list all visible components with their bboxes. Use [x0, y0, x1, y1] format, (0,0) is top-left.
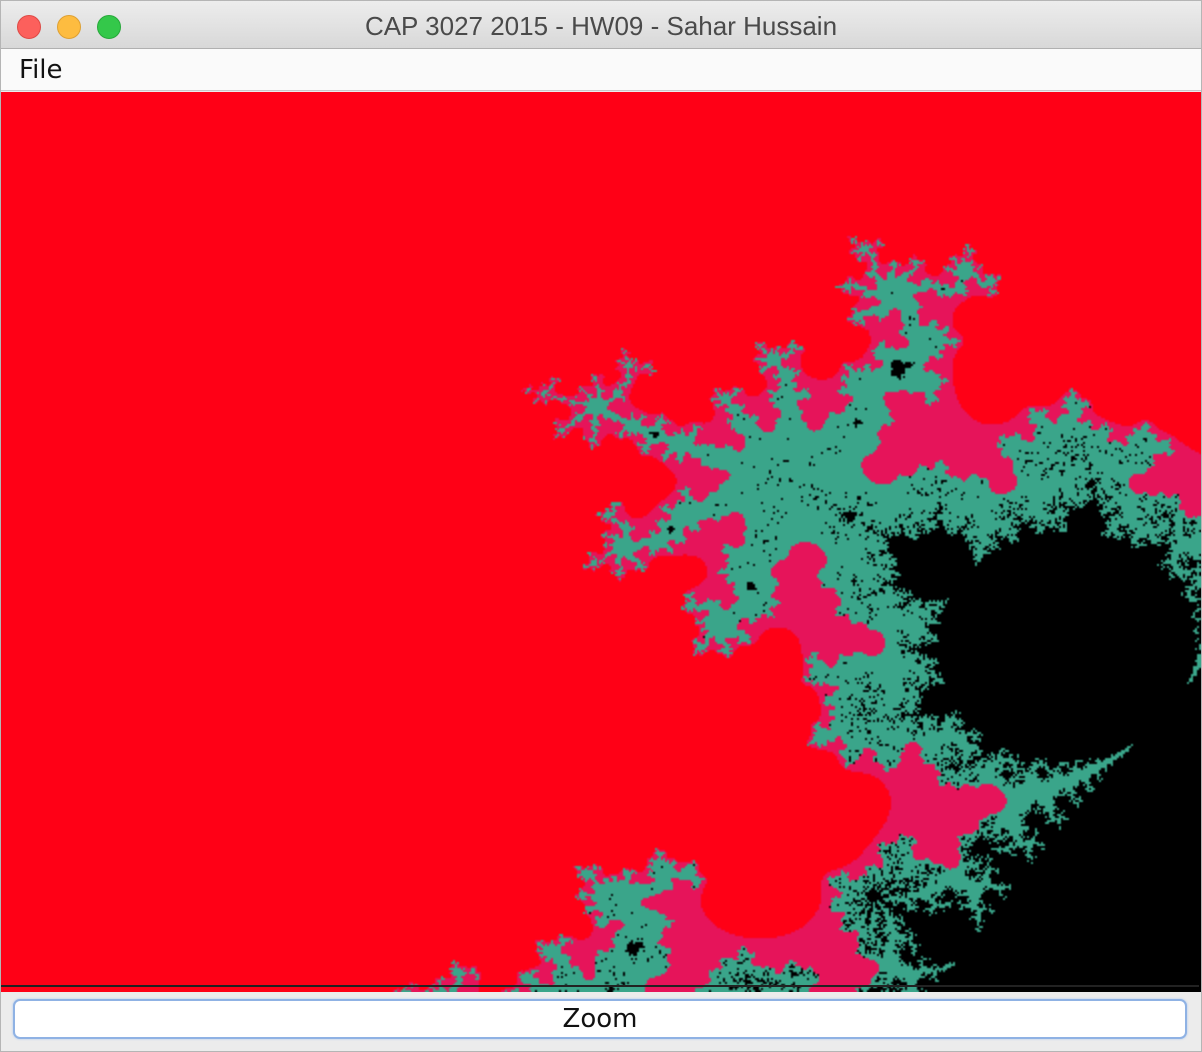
menu-file[interactable]: File [9, 51, 73, 89]
fractal-canvas-area[interactable] [1, 92, 1201, 992]
menu-bar: File [1, 49, 1201, 91]
zoom-button[interactable]: Zoom [13, 999, 1187, 1039]
window-title: CAP 3027 2015 - HW09 - Sahar Hussain [364, 11, 838, 41]
app-window: CAP 3027 2015 - HW09 - Sahar Hussain Fil… [0, 0, 1202, 1052]
canvas-bottom-divider [1, 985, 1199, 987]
mandelbrot-canvas[interactable] [1, 92, 1201, 992]
title-bar[interactable]: CAP 3027 2015 - HW09 - Sahar Hussain [1, 1, 1201, 49]
